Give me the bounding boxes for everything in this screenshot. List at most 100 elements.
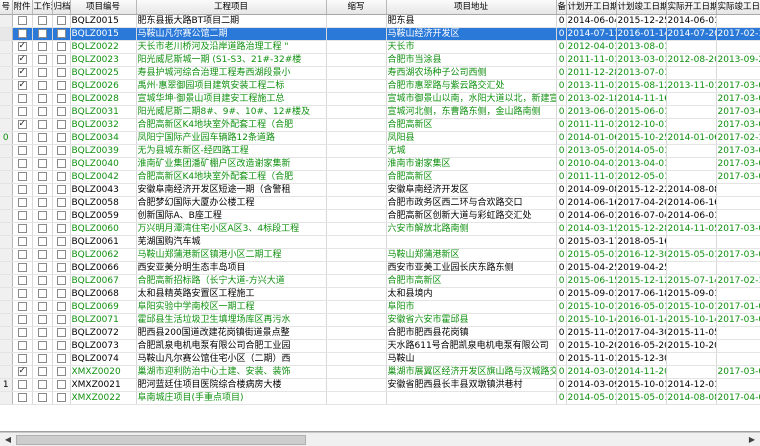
row-header-cell[interactable] (0, 235, 13, 249)
workflow-checkbox[interactable] (37, 54, 47, 64)
scroll-right-icon[interactable]: ▶ (745, 434, 759, 446)
column-header-col-project-code[interactable]: 项目编号 (70, 0, 137, 15)
attachment-checkbox[interactable] (17, 132, 27, 142)
row-header-cell[interactable]: 1 (0, 378, 13, 392)
archive-checkbox[interactable] (56, 54, 66, 64)
column-header-col-project-address[interactable]: 项目地址 (386, 0, 557, 15)
table-row[interactable]: BQLZ0028 宣城华坤·御景山项目建安工程施工总 宣城市御景山以南，水阳大道以北… (0, 92, 760, 106)
attachment-checkbox[interactable] (17, 223, 27, 233)
table-row[interactable]: BQLZ0015 肥东县振大路BT项目二期 肥东县 0 2014-06-04 2015-1… (0, 14, 760, 28)
column-header-col-abbreviation[interactable]: 缩写 (326, 0, 387, 15)
row-header-cell[interactable] (0, 79, 13, 93)
archive-checkbox[interactable] (56, 93, 66, 103)
archive-checkbox[interactable] (56, 288, 66, 298)
attachment-checkbox[interactable] (17, 145, 27, 155)
table-row[interactable]: BQLZ0066 西安亚美分明生态丰岛项目 西安市亚美工业园长庆东路东侧 0 2015-… (0, 261, 760, 275)
archive-checkbox[interactable] (56, 210, 66, 220)
attachment-checkbox[interactable] (17, 249, 27, 259)
archive-checkbox[interactable] (56, 301, 66, 311)
attachment-checkbox[interactable] (17, 262, 27, 272)
row-header-cell[interactable] (0, 352, 13, 366)
table-row[interactable]: BQLZ0058 合肥梦幻国际大厦办公楼工程 合肥市政务区西二环与合欢路交口 0 201… (0, 196, 760, 210)
row-header-cell[interactable] (0, 391, 13, 405)
table-row[interactable]: BQLZ0074 马鞍山凡尔赛公馆住宅小区（二期）西 马鞍山 0 2015-11-01 2… (0, 352, 760, 366)
archive-checkbox[interactable] (56, 379, 66, 389)
table-row[interactable]: BQLZ0061 芜湖国购汽车城 0 2015-03-17 2018-05-16 (0, 235, 760, 249)
scroll-thumb[interactable] (16, 435, 306, 445)
archive-checkbox[interactable] (56, 366, 66, 376)
table-row[interactable]: BQLZ0073 合肥凯泉电机电泵有限公司合肥工业园 天水路611号合肥凯泉电机电泵… (0, 339, 760, 353)
table-row[interactable]: BQLZ0032合肥高新区K4地块室外配套工程（合肥 合肥高新区02011-11-… (0, 118, 760, 132)
workflow-checkbox[interactable] (37, 288, 47, 298)
row-header-cell[interactable] (0, 287, 13, 301)
archive-checkbox[interactable] (56, 67, 66, 77)
attachment-checkbox[interactable] (17, 327, 27, 337)
attachment-checkbox[interactable] (17, 353, 27, 363)
table-row[interactable]: 0 BQLZ0034 凤阳宁国际产业园车辆路12条道路 凤阳县 0 2014-01-06 2… (0, 131, 760, 145)
workflow-checkbox[interactable] (37, 184, 47, 194)
workflow-checkbox[interactable] (37, 41, 47, 51)
table-row[interactable]: BQLZ0069 阜阳实验中学南校区一期工程 阜阳市 0 2015-10-01 2016-… (0, 300, 760, 314)
table-row[interactable]: BQLZ0068 太和县精英路安置区工程施工 太和县境内 0 2015-09-01 201… (0, 287, 760, 301)
table-row[interactable]: BQLZ0039 无为县城东新区-经四路工程 无城 0 2013-05-01 2014-0… (0, 144, 760, 158)
attachment-checkbox[interactable] (17, 106, 27, 116)
workflow-checkbox[interactable] (37, 327, 47, 337)
attachment-checkbox[interactable] (17, 301, 27, 311)
row-header-cell[interactable] (0, 170, 13, 184)
archive-checkbox[interactable] (56, 340, 66, 350)
workflow-checkbox[interactable] (37, 132, 47, 142)
row-header-cell[interactable] (0, 365, 13, 379)
row-header-cell[interactable] (0, 313, 13, 327)
archive-checkbox[interactable] (56, 236, 66, 246)
table-row[interactable]: BQLZ0072 肥西县200国道改建花岗镇街道景点整 合肥市肥西县花岗镇 0 2015… (0, 326, 760, 340)
attachment-checkbox[interactable] (17, 392, 27, 402)
column-header-col-project-name[interactable]: 工程项目 (136, 0, 327, 15)
workflow-checkbox[interactable] (37, 353, 47, 363)
archive-checkbox[interactable] (56, 275, 66, 285)
attachment-checkbox[interactable] (17, 118, 27, 130)
archive-checkbox[interactable] (56, 184, 66, 194)
attachment-checkbox[interactable] (17, 210, 27, 220)
archive-checkbox[interactable] (56, 28, 66, 38)
workflow-checkbox[interactable] (37, 340, 47, 350)
workflow-checkbox[interactable] (37, 223, 47, 233)
archive-checkbox[interactable] (56, 262, 66, 272)
row-header-cell[interactable] (0, 105, 13, 119)
row-header-cell[interactable] (0, 66, 13, 80)
archive-checkbox[interactable] (56, 392, 66, 402)
workflow-checkbox[interactable] (37, 171, 47, 181)
workflow-checkbox[interactable] (37, 15, 47, 25)
column-header-col-note[interactable]: 备 (556, 0, 567, 15)
workflow-checkbox[interactable] (37, 366, 47, 376)
column-header-col-rownum[interactable]: 号 (0, 0, 13, 15)
workflow-checkbox[interactable] (37, 249, 47, 259)
attachment-checkbox[interactable] (17, 28, 27, 38)
attachment-checkbox[interactable] (17, 93, 27, 103)
archive-checkbox[interactable] (56, 119, 66, 129)
attachment-checkbox[interactable] (17, 288, 27, 298)
row-header-cell[interactable] (0, 183, 13, 197)
workflow-checkbox[interactable] (37, 392, 47, 402)
table-row[interactable]: BQLZ0026禹州·惠翠御园项目建筑安装工程二标合肥市惠翠路与紫云路交汇处02… (0, 79, 760, 93)
attachment-checkbox[interactable] (17, 40, 27, 52)
table-row[interactable]: BQLZ0043 安徽阜南经济开发区短途一期（含警租 安徽阜南经济开发区 0 2014-… (0, 183, 760, 197)
column-header-col-actual-start[interactable]: 实际开工日期 (666, 0, 717, 15)
row-header-cell[interactable] (0, 92, 13, 106)
row-header-cell[interactable] (0, 339, 13, 353)
table-row[interactable]: XMXZ0022 阜南城庄项目(手重点项目) 0 2014-05-01 2015-05-… (0, 391, 760, 405)
column-header-col-actual-end[interactable]: 实际竣工日期 (716, 0, 760, 15)
row-header-cell[interactable] (0, 157, 13, 171)
workflow-checkbox[interactable] (37, 145, 47, 155)
row-header-cell[interactable] (0, 144, 13, 158)
archive-checkbox[interactable] (56, 145, 66, 155)
column-header-col-planned-end[interactable]: 计划竣工日期 (616, 0, 667, 15)
workflow-checkbox[interactable] (37, 210, 47, 220)
scroll-left-icon[interactable]: ◀ (1, 434, 15, 446)
table-row[interactable]: BQLZ0023阳光威尼斯城一期 (S1-S3、21#-32#楼合肥市当涂县02… (0, 53, 760, 67)
attachment-checkbox[interactable] (17, 236, 27, 246)
attachment-checkbox[interactable] (17, 79, 27, 91)
table-row[interactable]: BQLZ0040 淮南矿业集团潘矿棚户区改造谢家集新 淮南市谢家集区 0 2010-04… (0, 157, 760, 171)
table-row[interactable]: BQLZ0059 创新国际A、B座工程 合肥高新区创新大道与彩虹路交汇处 0 2014-… (0, 209, 760, 223)
table-row[interactable]: BQLZ0015 马鞍山凡尔赛公馆二期 马鞍山经济开发区 0 2014-07-11 201… (0, 27, 760, 41)
archive-checkbox[interactable] (56, 223, 66, 233)
